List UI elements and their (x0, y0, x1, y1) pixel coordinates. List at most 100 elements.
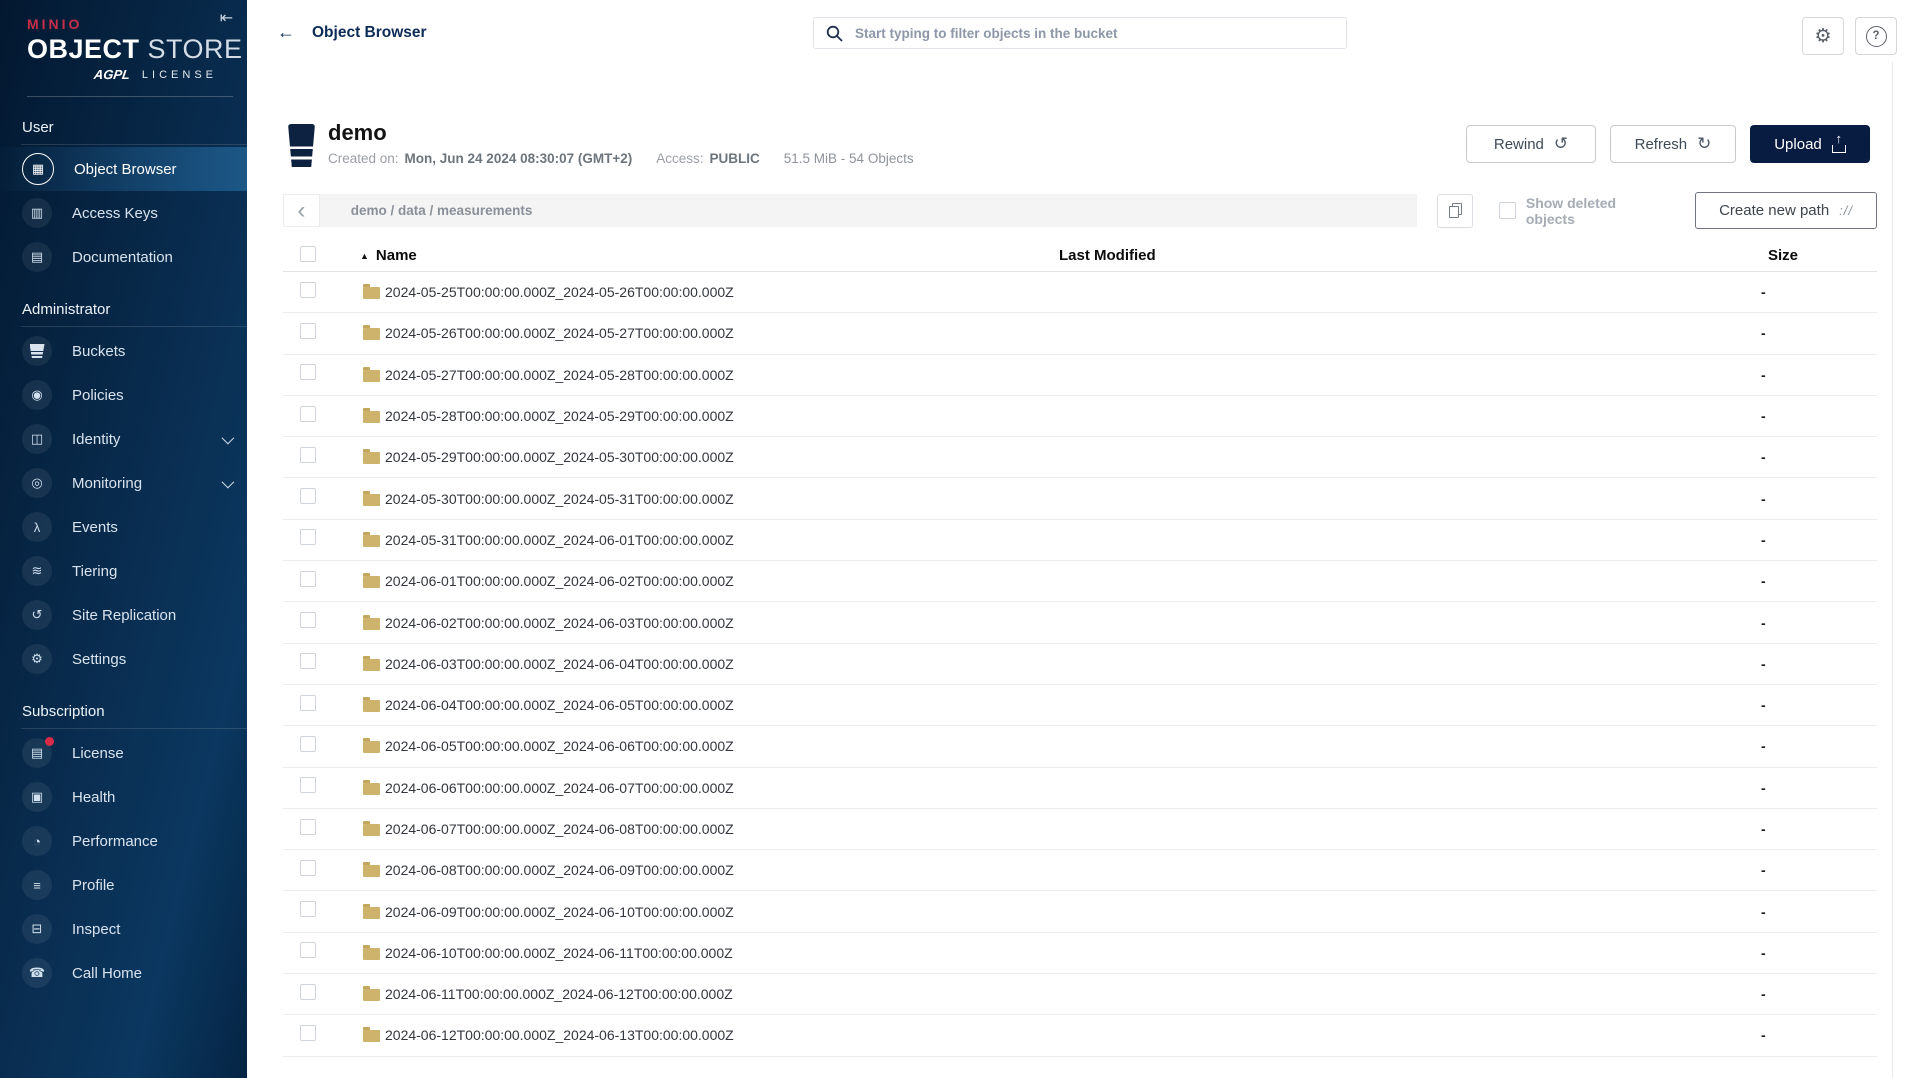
table-row[interactable]: 2024-06-02T00:00:00.000Z_2024-06-03T00:0… (283, 602, 1877, 644)
table-row[interactable]: 2024-06-03T00:00:00.000Z_2024-06-04T00:0… (283, 644, 1877, 685)
column-header-name[interactable]: ▲ Name (343, 247, 1059, 264)
sidebar-item-settings[interactable]: ⚙ Settings (0, 637, 247, 681)
row-checkbox[interactable] (300, 322, 316, 339)
table-row[interactable]: 2024-06-08T00:00:00.000Z_2024-06-09T00:0… (283, 850, 1877, 892)
cell-name: 2024-06-03T00:00:00.000Z_2024-06-04T00:0… (343, 655, 1059, 672)
object-name[interactable]: 2024-06-06T00:00:00.000Z_2024-06-07T00:0… (385, 780, 734, 796)
create-new-path-button[interactable]: Create new path :// (1695, 192, 1877, 229)
settings-button[interactable]: ⚙ (1802, 17, 1844, 55)
object-name[interactable]: 2024-05-31T00:00:00.000Z_2024-06-01T00:0… (385, 532, 734, 548)
refresh-button[interactable]: Refresh ↻ (1610, 125, 1736, 163)
object-name[interactable]: 2024-06-03T00:00:00.000Z_2024-06-04T00:0… (385, 656, 734, 672)
object-name[interactable]: 2024-06-07T00:00:00.000Z_2024-06-08T00:0… (385, 821, 734, 837)
search-input[interactable] (853, 24, 1346, 42)
cell-size: - (1761, 531, 1766, 548)
row-checkbox[interactable] (300, 364, 316, 381)
sidebar-item-events[interactable]: λ Events (0, 505, 247, 549)
sidebar-item-profile[interactable]: ≡ Profile (0, 863, 247, 907)
breadcrumb[interactable]: demo / data / measurements (319, 194, 1418, 227)
object-name[interactable]: 2024-05-28T00:00:00.000Z_2024-05-29T00:0… (385, 408, 734, 424)
object-name[interactable]: 2024-06-11T00:00:00.000Z_2024-06-12T00:0… (385, 986, 733, 1002)
back-arrow-icon[interactable]: ← (277, 22, 295, 43)
object-name[interactable]: 2024-05-25T00:00:00.000Z_2024-05-26T00:0… (385, 284, 734, 300)
sidebar-item-documentation[interactable]: ▤ Documentation (0, 235, 247, 279)
table-row[interactable]: 2024-05-27T00:00:00.000Z_2024-05-28T00:0… (283, 355, 1877, 396)
column-header-size[interactable]: Size (1760, 247, 1877, 264)
sidebar-section-subscription: Subscription ▤ License ▣ Health ◔ Performance ≡… (0, 703, 247, 995)
table-row[interactable]: 2024-06-11T00:00:00.000Z_2024-06-12T00:0… (283, 974, 1877, 1016)
row-checkbox[interactable] (300, 983, 316, 1000)
sidebar-item-call-home[interactable]: ☎ Call Home (0, 951, 247, 995)
row-checkbox[interactable] (300, 942, 316, 959)
table-row[interactable]: 2024-06-09T00:00:00.000Z_2024-06-10T00:0… (283, 891, 1877, 933)
sidebar-item-buckets[interactable]: Buckets (0, 329, 247, 373)
rewind-button[interactable]: Rewind ↺ (1466, 125, 1596, 163)
table-row[interactable]: 2024-06-01T00:00:00.000Z_2024-06-02T00:0… (283, 561, 1877, 603)
license-icon: ▤ (22, 737, 54, 768)
help-button[interactable]: ? (1855, 17, 1897, 55)
table-row[interactable]: 2024-06-06T00:00:00.000Z_2024-06-07T00:0… (283, 768, 1877, 809)
sidebar-item-site-replication[interactable]: ↺ Site Replication (0, 593, 247, 637)
sidebar-item-license[interactable]: ▤ License (0, 731, 247, 775)
cell-select (283, 488, 343, 509)
object-name[interactable]: 2024-05-30T00:00:00.000Z_2024-05-31T00:0… (385, 491, 734, 507)
sidebar-item-identity[interactable]: ◫ Identity (0, 417, 247, 461)
table-row[interactable]: 2024-06-10T00:00:00.000Z_2024-06-11T00:0… (283, 933, 1877, 975)
object-name[interactable]: 2024-06-05T00:00:00.000Z_2024-06-06T00:0… (385, 738, 734, 754)
sidebar-item-inspect[interactable]: ⊟ Inspect (0, 907, 247, 951)
select-all-checkbox[interactable] (300, 245, 316, 262)
object-name[interactable]: 2024-06-10T00:00:00.000Z_2024-06-11T00:0… (385, 945, 733, 961)
object-name[interactable]: 2024-06-09T00:00:00.000Z_2024-06-10T00:0… (385, 904, 734, 920)
sidebar-item-tiering[interactable]: ≋ Tiering (0, 549, 247, 593)
object-name[interactable]: 2024-06-04T00:00:00.000Z_2024-06-05T00:0… (385, 697, 734, 713)
row-checkbox[interactable] (300, 446, 316, 463)
sidebar-item-performance[interactable]: ◔ Performance (0, 819, 247, 863)
sidebar-item-access-keys[interactable]: ▥ Access Keys (0, 191, 247, 235)
table-row[interactable]: 2024-05-29T00:00:00.000Z_2024-05-30T00:0… (283, 437, 1877, 479)
object-name[interactable]: 2024-05-29T00:00:00.000Z_2024-05-30T00:0… (385, 449, 734, 465)
sidebar-item-object-browser[interactable]: ▦ Object Browser (0, 147, 247, 191)
row-checkbox[interactable] (300, 529, 316, 546)
table-row[interactable]: 2024-05-26T00:00:00.000Z_2024-05-27T00:0… (283, 313, 1877, 355)
bucket-icon (29, 344, 45, 358)
table-row[interactable]: 2024-06-04T00:00:00.000Z_2024-06-05T00:0… (283, 685, 1877, 727)
object-name[interactable]: 2024-06-01T00:00:00.000Z_2024-06-02T00:0… (385, 573, 734, 589)
object-name[interactable]: 2024-06-12T00:00:00.000Z_2024-06-13T00:0… (385, 1027, 734, 1043)
row-checkbox[interactable] (300, 818, 316, 835)
row-checkbox[interactable] (300, 281, 316, 298)
breadcrumb-back-button[interactable]: ‹ (283, 194, 320, 227)
row-checkbox[interactable] (300, 735, 316, 752)
copy-path-button[interactable] (1437, 193, 1473, 228)
row-checkbox[interactable] (300, 653, 316, 670)
table-row[interactable]: 2024-06-12T00:00:00.000Z_2024-06-13T00:0… (283, 1015, 1877, 1057)
show-deleted-checkbox[interactable] (1498, 202, 1516, 219)
row-checkbox[interactable] (300, 405, 316, 422)
table-row[interactable]: 2024-05-31T00:00:00.000Z_2024-06-01T00:0… (283, 520, 1877, 562)
sidebar-item-monitoring[interactable]: ◎ Monitoring (0, 461, 247, 505)
column-header-last-modified[interactable]: Last Modified (1059, 247, 1760, 264)
row-checkbox[interactable] (300, 570, 316, 587)
row-checkbox[interactable] (300, 859, 316, 876)
object-name[interactable]: 2024-05-26T00:00:00.000Z_2024-05-27T00:0… (385, 325, 734, 341)
folder-icon (363, 325, 380, 341)
object-name[interactable]: 2024-06-08T00:00:00.000Z_2024-06-09T00:0… (385, 862, 734, 878)
cell-size: - (1761, 490, 1766, 507)
table-row[interactable]: 2024-05-28T00:00:00.000Z_2024-05-29T00:0… (283, 396, 1877, 438)
row-checkbox[interactable] (300, 777, 316, 794)
object-name[interactable]: 2024-06-02T00:00:00.000Z_2024-06-03T00:0… (385, 615, 734, 631)
row-checkbox[interactable] (300, 1024, 316, 1041)
row-checkbox[interactable] (300, 612, 316, 629)
sidebar-item-policies[interactable]: ◉ Policies (0, 373, 247, 417)
row-checkbox[interactable] (300, 901, 316, 918)
row-checkbox[interactable] (300, 488, 316, 505)
row-checkbox[interactable] (300, 694, 316, 711)
object-name[interactable]: 2024-05-27T00:00:00.000Z_2024-05-28T00:0… (385, 367, 734, 383)
collapse-sidebar-icon[interactable]: ⇤ (220, 8, 233, 28)
table-row[interactable]: 2024-05-25T00:00:00.000Z_2024-05-26T00:0… (283, 272, 1877, 314)
table-row[interactable]: 2024-06-05T00:00:00.000Z_2024-06-06T00:0… (283, 726, 1877, 768)
table-row[interactable]: 2024-06-07T00:00:00.000Z_2024-06-08T00:0… (283, 809, 1877, 851)
folder-icon (363, 408, 380, 424)
upload-button[interactable]: Upload (1750, 125, 1870, 163)
sidebar-item-health[interactable]: ▣ Health (0, 775, 247, 819)
table-row[interactable]: 2024-05-30T00:00:00.000Z_2024-05-31T00:0… (283, 478, 1877, 520)
